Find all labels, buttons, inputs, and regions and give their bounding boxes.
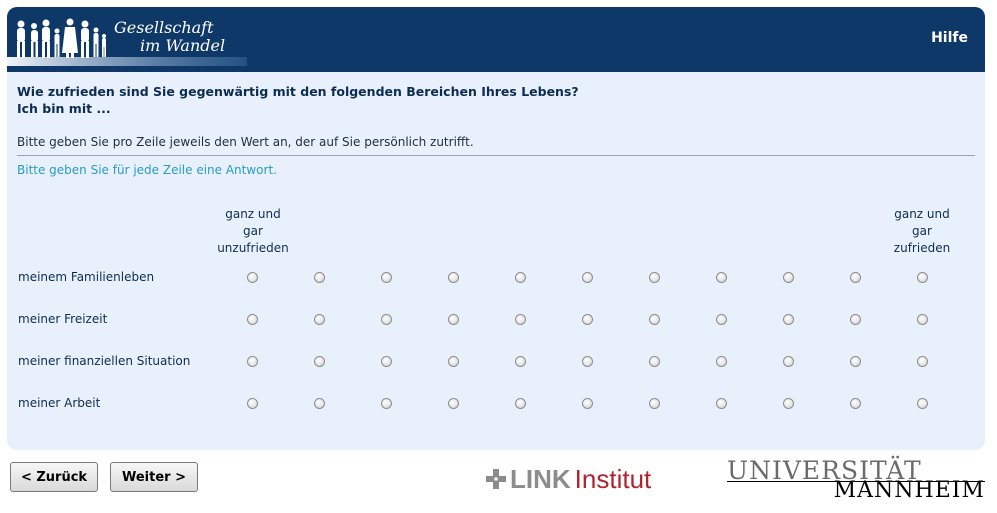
rating-radio[interactable] bbox=[917, 398, 928, 409]
uni-mannheim-logo: UNIVERSITÄT MANNHEIM bbox=[727, 456, 985, 503]
rating-radio[interactable] bbox=[381, 398, 392, 409]
divider bbox=[17, 155, 975, 156]
rating-radio[interactable] bbox=[314, 272, 325, 283]
rating-radio[interactable] bbox=[582, 314, 593, 325]
survey-panel: Wie zufrieden sind Sie gegenwärtig mit d… bbox=[7, 72, 985, 450]
rating-radio[interactable] bbox=[247, 272, 258, 283]
rating-radio[interactable] bbox=[314, 398, 325, 409]
hint-text: Bitte geben Sie für jede Zeile eine Antw… bbox=[17, 163, 277, 177]
logo-title: Gesellschaft im Wandel bbox=[114, 19, 225, 55]
row-label: meiner Freizeit bbox=[18, 312, 108, 326]
rating-radio[interactable] bbox=[515, 398, 526, 409]
uni-bottom-word: MANNHEIM bbox=[833, 478, 985, 503]
rating-radio[interactable] bbox=[247, 356, 258, 367]
scale-low-line-1: ganz und bbox=[225, 207, 281, 221]
rating-radio[interactable] bbox=[381, 272, 392, 283]
rating-radio[interactable] bbox=[381, 314, 392, 325]
question-line-2: Ich bin mit ... bbox=[17, 101, 111, 116]
rating-radio[interactable] bbox=[247, 314, 258, 325]
rating-radio[interactable] bbox=[783, 356, 794, 367]
rating-radio[interactable] bbox=[515, 314, 526, 325]
rating-radio[interactable] bbox=[917, 272, 928, 283]
scale-high-line-2: gar bbox=[912, 224, 932, 238]
rating-radio[interactable] bbox=[448, 398, 459, 409]
scale-high-line-3: zufrieden bbox=[893, 241, 951, 255]
back-button[interactable]: < Zurück bbox=[10, 462, 98, 492]
scale-low-line-3: unzufrieden bbox=[217, 241, 289, 255]
next-button[interactable]: Weiter > bbox=[110, 462, 198, 492]
rating-radio[interactable] bbox=[448, 314, 459, 325]
scale-low-line-2: gar bbox=[243, 224, 263, 238]
rating-radio[interactable] bbox=[850, 398, 861, 409]
row-label: meiner Arbeit bbox=[18, 396, 101, 410]
rating-radio[interactable] bbox=[582, 356, 593, 367]
rating-radio[interactable] bbox=[448, 356, 459, 367]
link-word: LINK bbox=[510, 463, 571, 494]
scale-high-label: ganz und gar zufrieden bbox=[882, 206, 962, 257]
rating-radio[interactable] bbox=[649, 356, 660, 367]
rating-radio[interactable] bbox=[314, 356, 325, 367]
rating-radio[interactable] bbox=[314, 314, 325, 325]
logo-line-2: im Wandel bbox=[140, 36, 226, 55]
rating-radio[interactable] bbox=[716, 398, 727, 409]
rating-radio[interactable] bbox=[716, 272, 727, 283]
rating-radio[interactable] bbox=[515, 272, 526, 283]
question-text: Wie zufrieden sind Sie gegenwärtig mit d… bbox=[17, 83, 579, 117]
rating-radio[interactable] bbox=[783, 398, 794, 409]
rating-radio[interactable] bbox=[649, 272, 660, 283]
question-line-1: Wie zufrieden sind Sie gegenwärtig mit d… bbox=[17, 84, 579, 99]
rating-radio[interactable] bbox=[783, 272, 794, 283]
row-label: meiner finanziellen Situation bbox=[18, 354, 191, 368]
header-bar: Gesellschaft im Wandel Hilfe bbox=[7, 7, 985, 72]
help-link[interactable]: Hilfe bbox=[931, 30, 968, 46]
rating-radio[interactable] bbox=[850, 314, 861, 325]
rating-radio[interactable] bbox=[783, 314, 794, 325]
row-label: meinem Familienleben bbox=[18, 270, 155, 284]
rating-radio[interactable] bbox=[716, 314, 727, 325]
gesellschaft-im-wandel-logo: Gesellschaft im Wandel bbox=[7, 7, 247, 72]
rating-radio[interactable] bbox=[850, 356, 861, 367]
rating-radio[interactable] bbox=[582, 398, 593, 409]
rating-radio[interactable] bbox=[381, 356, 392, 367]
rating-radio[interactable] bbox=[917, 314, 928, 325]
link-cross-icon bbox=[486, 469, 506, 489]
rating-radio[interactable] bbox=[649, 314, 660, 325]
logo-line-1: Gesellschaft bbox=[114, 18, 214, 37]
institut-word: Institut bbox=[574, 463, 652, 494]
rating-radio[interactable] bbox=[247, 398, 258, 409]
rating-radio[interactable] bbox=[850, 272, 861, 283]
rating-radio[interactable] bbox=[582, 272, 593, 283]
rating-radio[interactable] bbox=[649, 398, 660, 409]
instruction-text: Bitte geben Sie pro Zeile jeweils den We… bbox=[17, 135, 474, 149]
rating-radio[interactable] bbox=[515, 356, 526, 367]
scale-high-line-1: ganz und bbox=[894, 207, 950, 221]
rating-radio[interactable] bbox=[917, 356, 928, 367]
rating-radio[interactable] bbox=[448, 272, 459, 283]
rating-radio[interactable] bbox=[716, 356, 727, 367]
link-institut-logo: LINK Institut bbox=[485, 463, 652, 494]
scale-low-label: ganz und gar unzufrieden bbox=[213, 206, 293, 257]
